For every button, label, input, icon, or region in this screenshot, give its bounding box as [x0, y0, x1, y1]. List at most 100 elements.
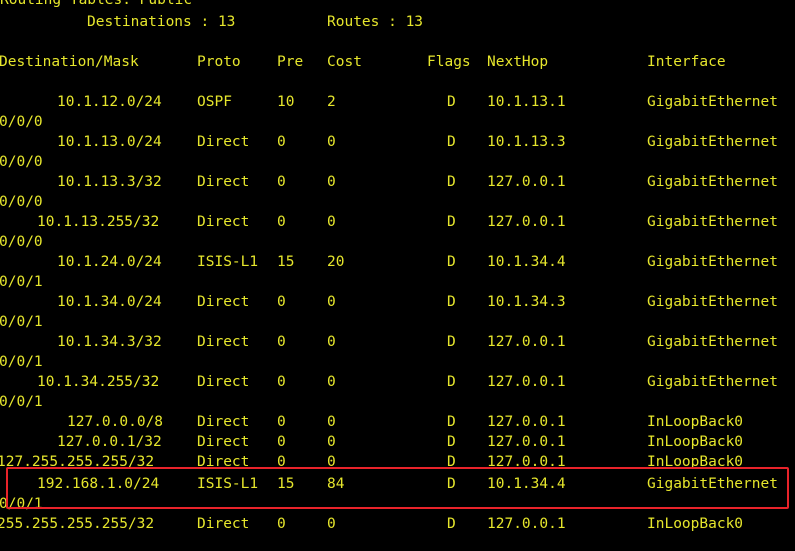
route-flags: D — [447, 214, 456, 230]
route-nexthop: 10.1.34.4 — [487, 254, 566, 270]
route-flags: D — [447, 516, 456, 532]
route-interface-continuation: 0/0/1 — [0, 496, 43, 512]
route-proto: ISIS-L1 — [197, 254, 259, 270]
route-cost: 2 — [327, 94, 336, 110]
route-preference: 15 — [277, 476, 295, 492]
route-interface-continuation: 0/0/0 — [0, 114, 43, 130]
column-header-nexthop: NextHop — [487, 54, 549, 70]
route-cost: 20 — [327, 254, 345, 270]
route-destination: 127.0.0.0/8 — [67, 414, 164, 430]
route-interface-continuation: 0/0/1 — [0, 354, 43, 370]
route-cost: 0 — [327, 374, 336, 390]
route-cost: 0 — [327, 516, 336, 532]
route-preference: 0 — [277, 516, 286, 532]
route-proto: Direct — [197, 174, 250, 190]
route-flags: D — [447, 134, 456, 150]
column-header-pre: Pre — [277, 54, 304, 70]
route-interface: GigabitEthernet — [647, 334, 778, 350]
route-flags: D — [447, 254, 456, 270]
route-flags: D — [447, 454, 456, 470]
route-proto: Direct — [197, 414, 250, 430]
route-preference: 0 — [277, 174, 286, 190]
route-preference: 0 — [277, 414, 286, 430]
route-interface: InLoopBack0 — [647, 414, 744, 430]
route-nexthop: 127.0.0.1 — [487, 214, 566, 230]
route-interface: GigabitEthernet — [647, 134, 778, 150]
route-nexthop: 127.0.0.1 — [487, 374, 566, 390]
route-cost: 0 — [327, 214, 336, 230]
route-nexthop: 10.1.13.3 — [487, 134, 566, 150]
column-header-destination: Destination/Mask — [0, 54, 139, 70]
route-flags: D — [447, 414, 456, 430]
route-interface-continuation: 0/0/1 — [0, 394, 43, 410]
column-header-flags: Flags — [427, 54, 471, 70]
route-proto: Direct — [197, 334, 250, 350]
route-proto: Direct — [197, 214, 250, 230]
route-nexthop: 10.1.34.4 — [487, 476, 566, 492]
routing-table-title: Routing Tables: Public — [0, 0, 193, 8]
route-nexthop: 127.0.0.1 — [487, 174, 566, 190]
column-header-interface: Interface — [647, 54, 726, 70]
route-destination: 10.1.34.255/32 — [37, 374, 160, 390]
route-proto: ISIS-L1 — [197, 476, 259, 492]
route-destination: 10.1.34.0/24 — [57, 294, 162, 310]
route-interface: GigabitEthernet — [647, 476, 778, 492]
route-preference: 15 — [277, 254, 295, 270]
route-interface-continuation: 0/0/1 — [0, 274, 43, 290]
route-destination: 127.255.255.255/32 — [0, 454, 155, 470]
route-proto: OSPF — [197, 94, 232, 110]
route-interface: InLoopBack0 — [647, 454, 744, 470]
route-destination: 255.255.255.255/32 — [0, 516, 155, 532]
route-flags: D — [447, 294, 456, 310]
route-interface: GigabitEthernet — [647, 254, 778, 270]
route-preference: 0 — [277, 214, 286, 230]
route-cost: 0 — [327, 334, 336, 350]
route-preference: 0 — [277, 434, 286, 450]
route-cost: 0 — [327, 454, 336, 470]
column-header-cost: Cost — [327, 54, 362, 70]
route-proto: Direct — [197, 294, 250, 310]
destinations-count: Destinations : 13 — [87, 14, 236, 30]
route-proto: Direct — [197, 454, 250, 470]
route-proto: Direct — [197, 516, 250, 532]
route-flags: D — [447, 434, 456, 450]
route-preference: 10 — [277, 94, 295, 110]
route-cost: 0 — [327, 174, 336, 190]
route-proto: Direct — [197, 374, 250, 390]
route-interface: GigabitEthernet — [647, 94, 778, 110]
route-nexthop: 127.0.0.1 — [487, 454, 566, 470]
route-interface: InLoopBack0 — [647, 516, 744, 532]
route-cost: 0 — [327, 134, 336, 150]
route-preference: 0 — [277, 134, 286, 150]
terminal-window: Routing Tables: Public Destinations : 13… — [0, 0, 795, 551]
route-interface: GigabitEthernet — [647, 174, 778, 190]
route-destination: 10.1.13.3/32 — [57, 174, 162, 190]
route-interface-continuation: 0/0/0 — [0, 154, 43, 170]
route-cost: 0 — [327, 434, 336, 450]
route-preference: 0 — [277, 374, 286, 390]
route-interface: GigabitEthernet — [647, 374, 778, 390]
route-interface-continuation: 0/0/0 — [0, 194, 43, 210]
route-nexthop: 127.0.0.1 — [487, 414, 566, 430]
column-header-proto: Proto — [197, 54, 241, 70]
route-destination: 127.0.0.1/32 — [57, 434, 162, 450]
route-nexthop: 10.1.13.1 — [487, 94, 566, 110]
route-nexthop: 10.1.34.3 — [487, 294, 566, 310]
route-destination: 10.1.24.0/24 — [57, 254, 162, 270]
route-proto: Direct — [197, 434, 250, 450]
routes-count: Routes : 13 — [327, 14, 424, 30]
route-flags: D — [447, 476, 456, 492]
route-interface-continuation: 0/0/1 — [0, 314, 43, 330]
route-flags: D — [447, 374, 456, 390]
route-nexthop: 127.0.0.1 — [487, 434, 566, 450]
route-cost: 0 — [327, 294, 336, 310]
route-preference: 0 — [277, 454, 286, 470]
route-preference: 0 — [277, 294, 286, 310]
route-destination: 10.1.13.255/32 — [37, 214, 160, 230]
route-nexthop: 127.0.0.1 — [487, 334, 566, 350]
route-flags: D — [447, 94, 456, 110]
route-interface: InLoopBack0 — [647, 434, 744, 450]
route-interface: GigabitEthernet — [647, 214, 778, 230]
route-proto: Direct — [197, 134, 250, 150]
route-cost: 0 — [327, 414, 336, 430]
